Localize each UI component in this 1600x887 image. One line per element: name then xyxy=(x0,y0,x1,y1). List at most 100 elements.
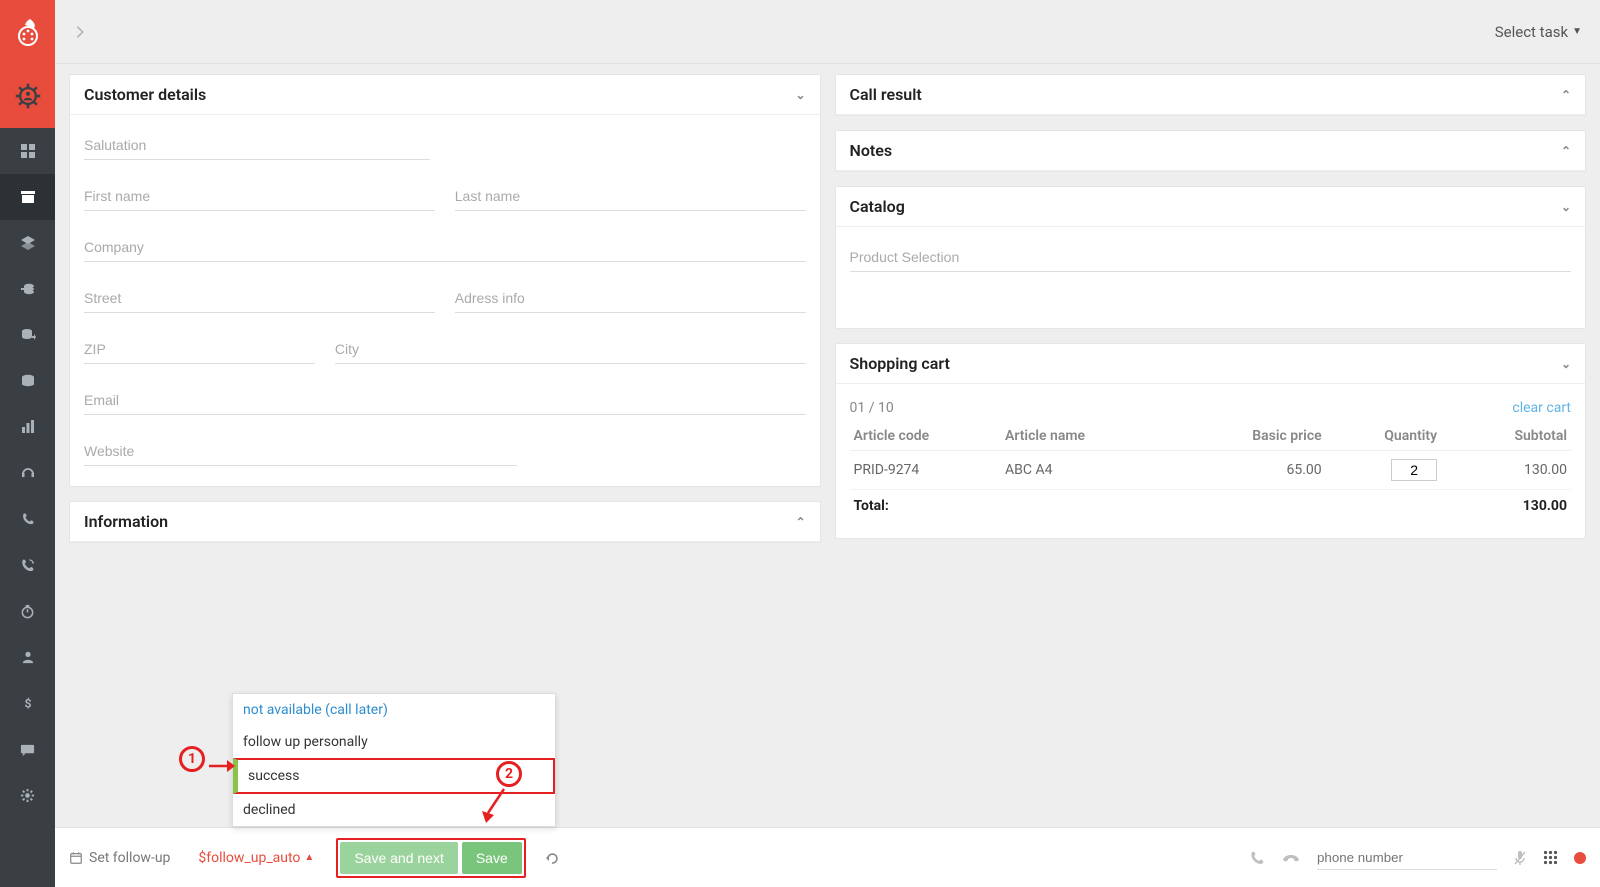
th-subtotal: Subtotal xyxy=(1441,422,1571,451)
panel-header-notes[interactable]: Notes ⌃ xyxy=(836,131,1586,171)
chevron-down-icon: ⌄ xyxy=(795,88,805,102)
cart-total-row: Total: 130.00 xyxy=(850,490,1572,523)
panel-header-shopping-cart[interactable]: Shopping cart ⌄ xyxy=(836,344,1586,384)
nav-dashboard[interactable] xyxy=(0,128,55,174)
footer-bar: Set follow-up $follow_up_auto ▲ Save and… xyxy=(55,827,1600,887)
nav-money[interactable]: $ xyxy=(0,680,55,726)
app-gear-logo xyxy=(0,64,55,128)
nav-stopwatch[interactable] xyxy=(0,588,55,634)
quantity-input[interactable] xyxy=(1391,459,1437,481)
task-select-label: Select task xyxy=(1495,23,1568,41)
panel-catalog: Catalog ⌄ xyxy=(835,186,1587,329)
annotation-circle-2: 2 xyxy=(496,761,522,787)
last-name-input[interactable] xyxy=(455,182,806,211)
sidebar-brand-block xyxy=(0,0,55,128)
street-input[interactable] xyxy=(84,284,435,313)
chevron-up-icon: ⌃ xyxy=(1561,88,1571,102)
phone-number-input[interactable] xyxy=(1317,846,1497,870)
panel-header-catalog[interactable]: Catalog ⌄ xyxy=(836,187,1586,227)
grid-icon xyxy=(20,143,36,159)
mic-mute-icon[interactable] xyxy=(1513,850,1527,866)
panel-call-result: Call result ⌃ xyxy=(835,74,1587,116)
gear-person-icon xyxy=(14,82,42,110)
website-input[interactable] xyxy=(84,437,517,466)
stopwatch-icon xyxy=(20,604,35,619)
popup-item-follow-up[interactable]: follow up personally xyxy=(233,726,555,758)
nav-layers[interactable] xyxy=(0,220,55,266)
email-input[interactable] xyxy=(84,386,806,415)
nav-headset[interactable] xyxy=(0,450,55,496)
nav-archive[interactable] xyxy=(0,174,55,220)
nav-chat[interactable] xyxy=(0,726,55,772)
nav-settings[interactable] xyxy=(0,772,55,818)
user-icon xyxy=(21,650,35,664)
shopping-cart-body: 01 / 10 clear cart Article code Article … xyxy=(836,384,1586,538)
cart-page-indicator: 01 / 10 xyxy=(850,400,894,416)
cell-subtotal: 130.00 xyxy=(1441,451,1571,490)
nav-phone[interactable] xyxy=(0,496,55,542)
app-logo xyxy=(0,0,55,64)
annotation-arrow-1 xyxy=(207,755,235,777)
cart-table: Article code Article name Basic price Qu… xyxy=(850,422,1572,522)
svg-text:$: $ xyxy=(24,696,31,710)
save-button[interactable]: Save xyxy=(462,842,522,874)
database-out-icon xyxy=(20,327,36,343)
chevron-down-icon: ⌄ xyxy=(1561,200,1571,214)
catalog-body xyxy=(836,227,1586,328)
customer-details-body xyxy=(70,115,820,486)
panel-title: Call result xyxy=(850,85,922,104)
company-input[interactable] xyxy=(84,233,806,262)
topbar: Select task ▼ xyxy=(55,0,1600,64)
nav-stats[interactable] xyxy=(0,404,55,450)
panel-header-information[interactable]: Information ⌃ xyxy=(70,502,820,542)
first-name-input[interactable] xyxy=(84,182,435,211)
breadcrumb-arrow-icon[interactable] xyxy=(73,25,87,39)
total-value: 130.00 xyxy=(1441,490,1571,523)
salutation-input[interactable] xyxy=(84,131,430,160)
left-column: Customer details ⌄ xyxy=(69,74,821,543)
coins-in-icon xyxy=(20,281,36,297)
undo-icon xyxy=(544,850,560,866)
chevron-down-icon: ⌄ xyxy=(1561,357,1571,371)
right-column: Call result ⌃ Notes ⌃ Catalog ⌄ xyxy=(835,74,1587,539)
total-label: Total: xyxy=(850,490,1002,523)
panel-header-customer-details[interactable]: Customer details ⌄ xyxy=(70,75,820,115)
followup-auto-label: $follow_up_auto xyxy=(198,850,300,866)
th-quantity: Quantity xyxy=(1326,422,1441,451)
set-followup-link[interactable]: Set follow-up xyxy=(69,850,170,866)
calendar-icon xyxy=(69,851,83,865)
panel-information: Information ⌃ xyxy=(69,501,821,543)
phone-icon xyxy=(21,512,35,526)
record-indicator[interactable] xyxy=(1574,852,1586,864)
chevron-up-icon: ⌃ xyxy=(795,515,805,529)
th-article-name: Article name xyxy=(1001,422,1196,451)
clear-cart-link[interactable]: clear cart xyxy=(1512,400,1571,416)
task-select-dropdown[interactable]: Select task ▼ xyxy=(1495,23,1582,41)
nav-user[interactable] xyxy=(0,634,55,680)
phone-callback-icon xyxy=(20,558,35,573)
product-selection-input[interactable] xyxy=(850,243,1572,272)
followup-auto-dropdown[interactable]: $follow_up_auto ▲ xyxy=(198,850,314,866)
panel-header-call-result[interactable]: Call result ⌃ xyxy=(836,75,1586,115)
archive-icon xyxy=(20,189,36,205)
dialpad-icon[interactable] xyxy=(1543,850,1558,865)
panel-title: Information xyxy=(84,512,168,531)
cell-name: ABC A4 xyxy=(1001,451,1196,490)
phone-dial-icon[interactable] xyxy=(1249,850,1265,866)
undo-button[interactable] xyxy=(544,850,560,866)
nav-coins[interactable] xyxy=(0,266,55,312)
nav-database[interactable] xyxy=(0,358,55,404)
nav-database-out[interactable] xyxy=(0,312,55,358)
footer-right-tools xyxy=(1249,846,1586,870)
nav-phone-callback[interactable] xyxy=(0,542,55,588)
address-info-input[interactable] xyxy=(455,284,806,313)
city-input[interactable] xyxy=(335,335,806,364)
zip-input[interactable] xyxy=(84,335,315,364)
headset-icon xyxy=(20,465,36,481)
cell-price: 65.00 xyxy=(1196,451,1326,490)
phone-hangup-icon[interactable] xyxy=(1281,851,1301,865)
dollar-icon: $ xyxy=(21,696,35,710)
gear-icon xyxy=(20,788,35,803)
popup-item-not-available[interactable]: not available (call later) xyxy=(233,694,555,726)
save-and-next-button[interactable]: Save and next xyxy=(340,842,458,874)
